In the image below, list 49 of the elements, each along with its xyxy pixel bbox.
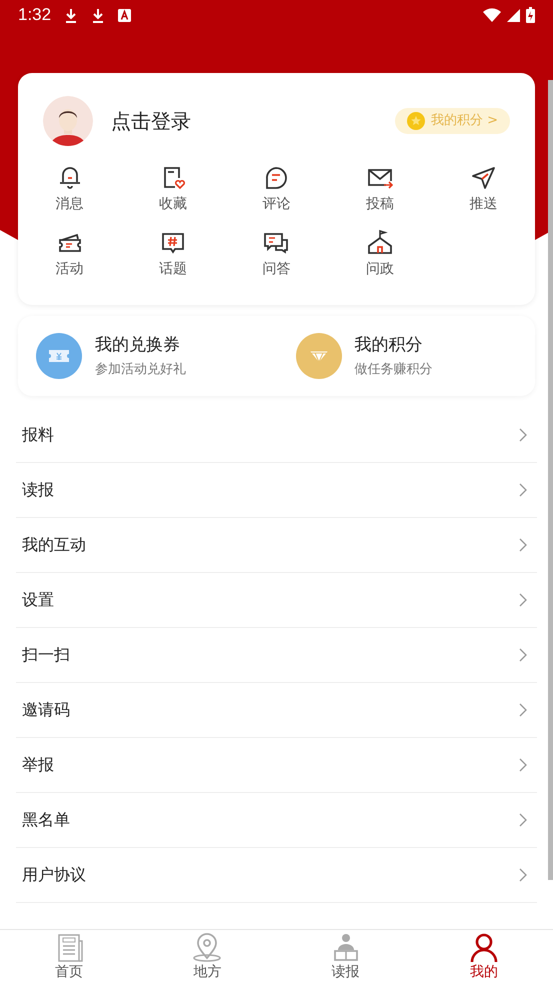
status-time: 1:32: [18, 4, 52, 26]
chevron-right-icon: [519, 593, 527, 607]
send-icon: [469, 164, 498, 192]
menu-item[interactable]: 读报: [16, 463, 537, 518]
reader-icon: [332, 933, 360, 963]
avatar-icon[interactable]: [43, 96, 93, 146]
menu-item[interactable]: 用户协议: [16, 848, 537, 903]
shortcut-button[interactable]: 收藏: [121, 164, 225, 215]
download-icon: [64, 8, 78, 22]
shortcut-button[interactable]: 评论: [224, 164, 328, 215]
menu-item[interactable]: 报料: [16, 408, 537, 463]
chevron-right-icon: [519, 868, 527, 882]
tab[interactable]: 地方: [138, 930, 276, 984]
shortcut-button[interactable]: 话题: [121, 229, 225, 280]
menu-item[interactable]: 设置: [16, 573, 537, 628]
chevron-right-icon: [519, 538, 527, 552]
shortcut-button[interactable]: 问答: [224, 229, 328, 280]
coin-icon: [406, 112, 425, 130]
shortcut-button[interactable]: 活动: [18, 229, 122, 280]
chevron-right-icon: [519, 813, 527, 827]
person-icon: [470, 933, 498, 963]
chevron-right-icon: [519, 483, 527, 497]
menu-item[interactable]: 扫一扫: [16, 628, 537, 683]
wallet-item[interactable]: 我的积分 做任务赚积分: [276, 332, 535, 380]
download-icon: [91, 8, 106, 22]
scrollbar[interactable]: [548, 80, 553, 880]
chevron-right-icon: [519, 758, 527, 772]
tab[interactable]: 首页: [0, 930, 138, 984]
chevron-right-icon: [519, 703, 527, 717]
menu-item[interactable]: 我的互动: [16, 518, 537, 573]
shortcut-button[interactable]: 问政: [328, 229, 432, 280]
menu-item[interactable]: 邀请码: [16, 683, 537, 738]
chevron-right-icon: [519, 648, 527, 662]
tab[interactable]: 读报: [276, 930, 415, 984]
signal-icon: [507, 8, 520, 22]
chevron-right-icon: [519, 428, 527, 442]
wallet-item[interactable]: 我的兑换券 参加活动兑好礼: [18, 332, 276, 380]
shortcut-button[interactable]: 推送: [432, 164, 535, 215]
login-link[interactable]: 点击登录: [111, 106, 191, 136]
pin-icon: [193, 933, 222, 963]
shortcut-button[interactable]: 投稿: [328, 164, 432, 215]
menu-item[interactable]: 举报: [16, 738, 537, 793]
keyboard-icon: [118, 8, 132, 22]
menu-item[interactable]: 黑名单: [16, 793, 537, 848]
tab[interactable]: 我的: [414, 930, 553, 984]
wifi-icon: [483, 8, 501, 22]
house-icon: [366, 229, 394, 257]
battery-icon: [526, 7, 535, 23]
shortcut-button[interactable]: 消息: [18, 164, 122, 215]
